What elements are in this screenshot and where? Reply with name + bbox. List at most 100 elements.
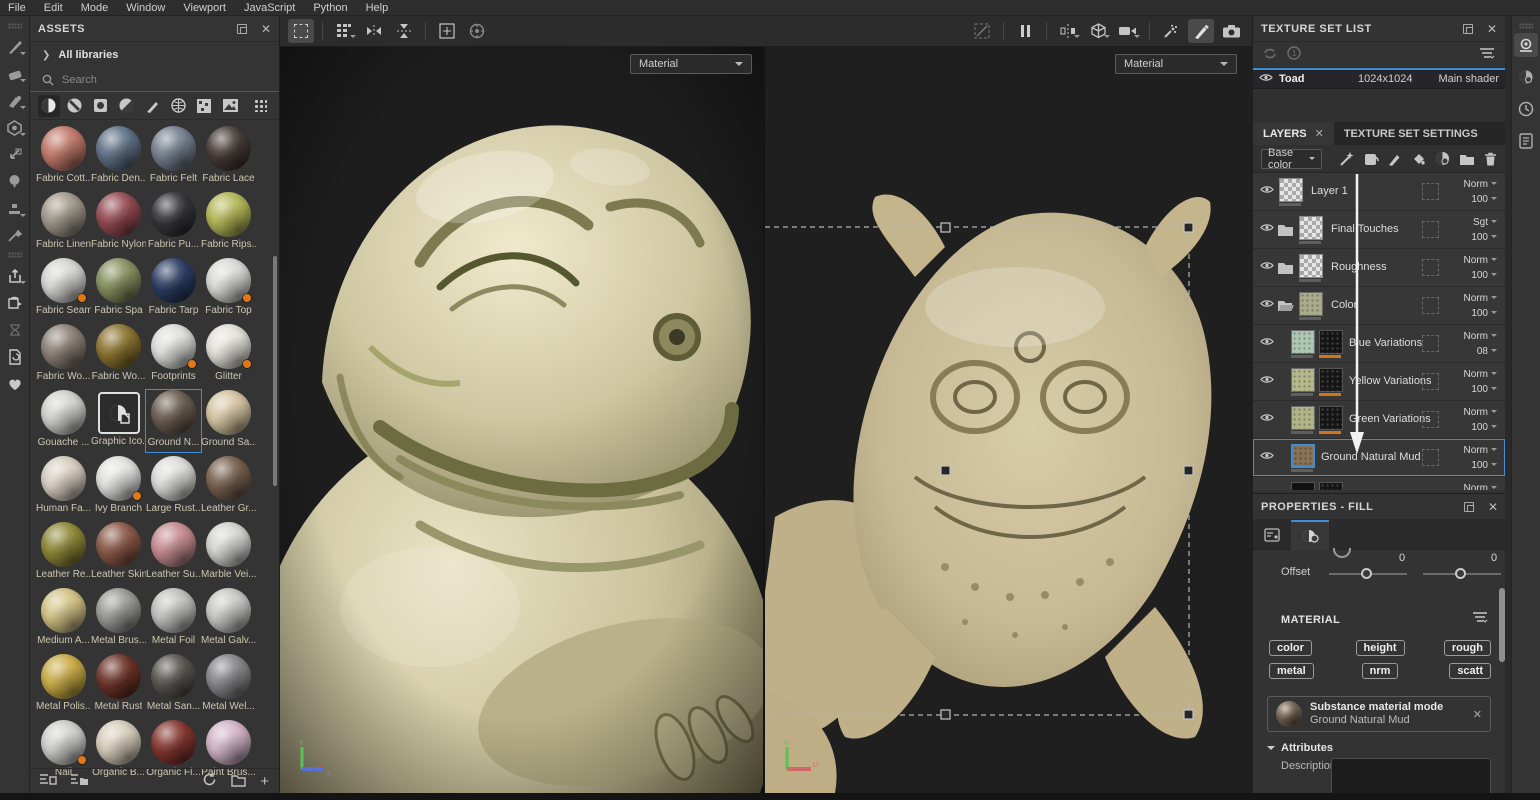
asset-ivy-branch[interactable]: Ivy Branch — [91, 456, 146, 518]
blend-opacity-controls[interactable]: Norm100 — [1443, 367, 1497, 397]
uv-tiling-icon[interactable] — [1422, 449, 1439, 466]
delete-trash-icon[interactable] — [1484, 152, 1497, 166]
list-folder-icon[interactable] — [71, 774, 88, 789]
close-tab-icon[interactable]: ✕ — [1315, 127, 1324, 140]
asset-metal-san[interactable]: Metal San... — [146, 654, 201, 716]
tab-layers[interactable]: LAYERS ✕ — [1253, 122, 1334, 145]
channel-color-button[interactable]: color — [1269, 640, 1312, 656]
blend-mode-dropdown[interactable]: Norm — [1443, 329, 1497, 344]
color-picker-tool[interactable] — [3, 222, 27, 249]
asset-fabric-nylon[interactable]: Fabric Nylon — [91, 192, 146, 254]
menu-edit[interactable]: Edit — [44, 2, 63, 14]
opacity-dropdown[interactable]: 100 — [1443, 382, 1497, 397]
asset-large-rust[interactable]: Large Rust... — [146, 456, 201, 518]
float-panel-icon[interactable] — [1463, 24, 1473, 34]
layer-row-layer-1[interactable]: Layer 1Norm100 — [1253, 173, 1505, 211]
display-settings-icon[interactable] — [1514, 33, 1538, 57]
asset-ground-n[interactable]: Ground N... — [146, 390, 201, 452]
opacity-dropdown[interactable]: 100 — [1443, 192, 1497, 207]
deselect-icon[interactable] — [969, 19, 995, 43]
stamp-tool[interactable] — [3, 195, 27, 222]
opacity-dropdown[interactable]: 100 — [1443, 268, 1497, 283]
visibility-eye-icon[interactable] — [1260, 223, 1274, 235]
layer-mask-thumbnail[interactable] — [1319, 406, 1343, 430]
layer-thumbnail[interactable] — [1291, 330, 1315, 354]
blend-mode-dropdown[interactable]: Norm — [1443, 253, 1497, 268]
viewport-2d[interactable]: Material V U — [765, 47, 1252, 793]
asset-footprints[interactable]: Footprints — [146, 324, 201, 386]
channel-scatt-button[interactable]: scatt — [1449, 663, 1491, 679]
attributes-section[interactable]: Attributes — [1267, 742, 1333, 754]
refresh-icon[interactable] — [202, 772, 217, 790]
open-folder-icon[interactable] — [1277, 299, 1295, 315]
camera-view-icon[interactable] — [1115, 19, 1141, 43]
blend-mode-dropdown[interactable]: Sgt — [1443, 215, 1497, 230]
new-folder-icon[interactable] — [231, 774, 246, 789]
procedurals-filter-icon[interactable] — [193, 95, 215, 117]
mirror-vertical-icon[interactable] — [391, 19, 417, 43]
channel-height-button[interactable]: height — [1356, 640, 1405, 656]
blend-mode-dropdown[interactable]: Norm — [1443, 291, 1497, 306]
layer-row-blue-variations[interactable]: Blue VariationsNorm08 — [1253, 325, 1505, 363]
marquee-select-icon[interactable] — [288, 19, 314, 43]
offset-u-slider[interactable] — [1329, 573, 1407, 575]
blend-mode-dropdown[interactable]: Norm — [1443, 481, 1497, 490]
toolbar-grip[interactable] — [8, 23, 22, 29]
asset-medium-a[interactable]: Medium A... — [36, 588, 91, 650]
layer-thumbnail[interactable] — [1291, 444, 1315, 468]
texture-set-row[interactable]: Toad 1024x1024 Main shader — [1253, 68, 1505, 88]
alphas-filter-icon[interactable] — [167, 95, 189, 117]
shading-mode-dropdown-2d[interactable]: Material — [1115, 54, 1237, 74]
layer-thumbnail[interactable] — [1291, 406, 1315, 430]
visibility-eye-icon[interactable] — [1260, 299, 1274, 311]
material-filter-icon[interactable] — [1473, 612, 1488, 626]
visibility-eye-icon[interactable] — [1260, 261, 1274, 273]
properties-scrollbar[interactable] — [1499, 588, 1505, 662]
layer-row-final-touches[interactable]: Final TouchesSgt100 — [1253, 211, 1505, 249]
eraser-tool[interactable] — [3, 60, 27, 87]
blend-opacity-controls[interactable]: Norm08 — [1443, 329, 1497, 359]
asset-metal-polis[interactable]: Metal Polis... — [36, 654, 91, 716]
asset-fabric-pu[interactable]: Fabric Pu... — [146, 192, 201, 254]
asset-gouache[interactable]: Gouache ... — [36, 390, 91, 452]
opacity-dropdown[interactable]: 08 — [1443, 344, 1497, 359]
add-paint-layer-icon[interactable] — [1388, 152, 1402, 166]
asset-fabric-felt[interactable]: Fabric Felt — [146, 126, 201, 188]
assets-breadcrumb[interactable]: ❯ All libraries — [30, 42, 279, 68]
layer-thumbnail[interactable] — [1299, 254, 1323, 278]
camera-capture-icon[interactable] — [1218, 19, 1244, 43]
layer-row-roughness[interactable]: RoughnessNorm100 — [1253, 249, 1505, 287]
layout-grid-icon[interactable] — [331, 19, 357, 43]
list-details-icon[interactable] — [40, 774, 57, 789]
asset-glitter[interactable]: Glitter — [201, 324, 256, 386]
asset-leather-skin[interactable]: Leather Skin — [91, 522, 146, 584]
menu-python[interactable]: Python — [313, 2, 347, 14]
visibility-eye-icon[interactable] — [1260, 185, 1274, 197]
paint-tool[interactable] — [3, 33, 27, 60]
document-sync-icon[interactable] — [3, 343, 27, 370]
polygon-fill-tool[interactable] — [3, 114, 27, 141]
mirror-horizontal-icon[interactable] — [361, 19, 387, 43]
asset-metal-brus[interactable]: Metal Brus... — [91, 588, 146, 650]
history-icon[interactable] — [1514, 97, 1538, 121]
textures-filter-icon[interactable] — [219, 95, 241, 117]
float-panel-icon[interactable] — [1464, 502, 1474, 512]
asset-fabric-linen[interactable]: Fabric Linen — [36, 192, 91, 254]
layer-mask-thumbnail[interactable] — [1319, 482, 1343, 490]
asset-ground-sa[interactable]: Ground Sa... — [201, 390, 256, 452]
shading-mode-dropdown[interactable]: Material — [630, 54, 752, 74]
layer-row-color[interactable]: ColorNorm100 — [1253, 287, 1505, 325]
close-panel-icon[interactable]: ✕ — [1487, 24, 1497, 34]
asset-metal-rust[interactable]: Metal Rust — [91, 654, 146, 716]
snap-icon[interactable] — [434, 19, 460, 43]
asset-fabric-seam[interactable]: Fabric Seam — [36, 258, 91, 320]
menu-javascript[interactable]: JavaScript — [244, 2, 295, 14]
uv-tiling-icon[interactable] — [1422, 259, 1439, 276]
layer-mask-thumbnail[interactable] — [1291, 482, 1315, 490]
asset-marble-vei[interactable]: Marble Vei... — [201, 522, 256, 584]
add-icon[interactable]: + — [260, 773, 269, 790]
brush-icon[interactable] — [1188, 19, 1214, 43]
uv-tiling-icon[interactable] — [1422, 221, 1439, 238]
toolbar-grip[interactable] — [1519, 23, 1533, 29]
clone-tool[interactable] — [3, 168, 27, 195]
